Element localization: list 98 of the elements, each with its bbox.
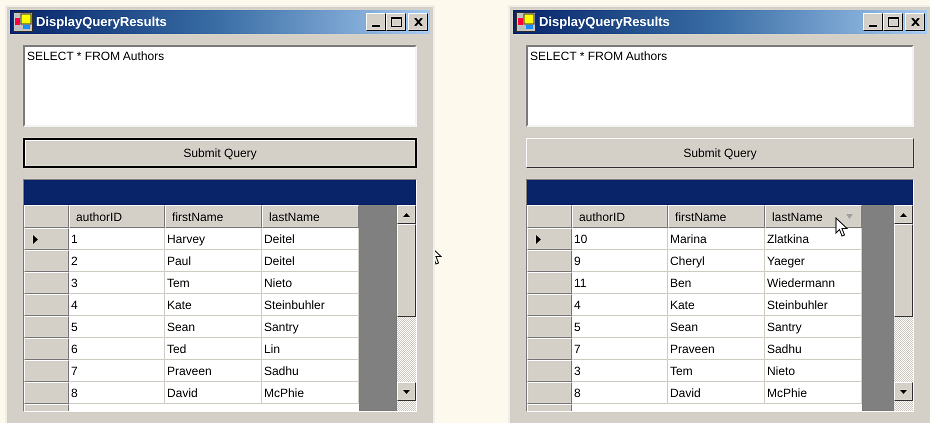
maximize-icon <box>888 17 898 27</box>
scroll-up-button[interactable] <box>397 205 416 224</box>
table-cell: Paul <box>165 250 262 272</box>
table-cell: 7 <box>572 338 668 360</box>
table-cell: 11 <box>572 272 668 294</box>
table-cell: 8 <box>572 382 668 404</box>
up-arrow-icon <box>403 212 410 216</box>
close-button[interactable] <box>905 13 925 31</box>
current-row-icon <box>33 234 38 244</box>
table-cell: Steinbuhler <box>262 294 359 316</box>
table-cell: David <box>165 382 262 404</box>
app-icon <box>516 12 536 32</box>
submit-query-button[interactable]: Submit Query <box>526 138 914 168</box>
table-cell: McPhie <box>262 382 359 404</box>
query-text: SELECT * FROM Authors <box>27 49 164 63</box>
table-cell: 5 <box>69 316 165 338</box>
scroll-down-button[interactable] <box>894 382 913 401</box>
table-cell: Nieto <box>262 272 359 294</box>
table-cell: Yaeger <box>765 250 862 272</box>
table-cell: Sean <box>165 316 262 338</box>
table-cell: Steinbuhler <box>765 294 862 316</box>
table-cell: Tem <box>668 360 765 382</box>
minimize-icon <box>372 25 380 27</box>
table-cell: McPhie <box>765 382 862 404</box>
maximize-icon <box>390 17 402 27</box>
table-cell: Zlatkina <box>765 228 862 250</box>
table-cell: Praveen <box>668 338 765 360</box>
table-cell: Deitel <box>262 228 359 250</box>
scroll-thumb[interactable] <box>397 224 416 317</box>
table-cell: 4 <box>69 294 165 316</box>
window-title: DisplayQueryResults <box>539 13 670 32</box>
table-cell: Ted <box>165 338 262 360</box>
minimize-button[interactable] <box>863 13 883 31</box>
row-header-corner <box>527 205 572 228</box>
minimize-icon <box>869 25 877 27</box>
column-header[interactable]: firstName <box>668 205 765 228</box>
down-arrow-icon <box>900 390 907 394</box>
current-row-icon <box>536 234 541 244</box>
partial-row-header <box>527 404 572 411</box>
table-cell: 5 <box>572 316 668 338</box>
up-arrow-icon <box>900 212 907 216</box>
down-arrow-icon <box>403 390 410 394</box>
table-cell: 8 <box>69 382 165 404</box>
close-icon <box>910 18 920 26</box>
partial-row-header <box>24 404 69 411</box>
close-button[interactable] <box>408 13 428 31</box>
table-cell: Praveen <box>165 360 262 382</box>
vertical-scrollbar[interactable] <box>894 205 913 411</box>
table-cell: 3 <box>69 272 165 294</box>
table-cell: Kate <box>668 294 765 316</box>
scroll-up-button[interactable] <box>894 205 913 224</box>
mouse-pointer-icon <box>835 217 848 237</box>
vertical-scrollbar[interactable] <box>397 205 416 411</box>
scroll-down-button[interactable] <box>397 382 416 401</box>
table-cell: Santry <box>262 316 359 338</box>
column-header[interactable]: firstName <box>165 205 262 228</box>
table-cell: 10 <box>572 228 668 250</box>
column-header[interactable]: authorID <box>572 205 668 228</box>
table-cell: 3 <box>572 360 668 382</box>
table-cell: 6 <box>69 338 165 360</box>
table-cell: 9 <box>572 250 668 272</box>
table-cell: 1 <box>69 228 165 250</box>
maximize-button[interactable] <box>386 13 406 31</box>
table-cell: Cheryl <box>668 250 765 272</box>
table-cell: Harvey <box>165 228 262 250</box>
table-cell: Deitel <box>262 250 359 272</box>
scroll-thumb[interactable] <box>894 224 913 317</box>
table-cell: Tem <box>165 272 262 294</box>
table-cell: Lin <box>262 338 359 360</box>
table-cell: 2 <box>69 250 165 272</box>
table-cell: Sadhu <box>262 360 359 382</box>
submit-query-button[interactable]: Submit Query <box>23 138 417 168</box>
table-cell: Marina <box>668 228 765 250</box>
query-text: SELECT * FROM Authors <box>530 49 668 63</box>
table-cell: 7 <box>69 360 165 382</box>
sort-arrow-icon <box>846 214 853 219</box>
row-header-corner <box>24 205 69 228</box>
table-cell: Sadhu <box>765 338 862 360</box>
table-cell: Kate <box>165 294 262 316</box>
table-cell: Sean <box>668 316 765 338</box>
column-header[interactable]: lastName <box>765 205 862 228</box>
minimize-button[interactable] <box>366 13 386 31</box>
table-cell: 4 <box>572 294 668 316</box>
query-field[interactable]: SELECT * FROM Authors <box>23 45 417 127</box>
table-cell: Nieto <box>765 360 862 382</box>
close-icon <box>414 18 422 26</box>
table-cell: David <box>668 382 765 404</box>
column-header[interactable]: authorID <box>69 205 165 228</box>
query-field[interactable]: SELECT * FROM Authors <box>526 45 914 127</box>
row-header[interactable] <box>24 228 69 250</box>
row-header[interactable] <box>527 228 572 250</box>
table-cell: Ben <box>668 272 765 294</box>
column-header[interactable]: lastName <box>262 205 359 228</box>
table-cell: Wiedermann <box>765 272 862 294</box>
table-cell: Santry <box>765 316 862 338</box>
window-title: DisplayQueryResults <box>36 13 167 32</box>
app-icon <box>13 12 33 32</box>
maximize-button[interactable] <box>883 13 903 31</box>
